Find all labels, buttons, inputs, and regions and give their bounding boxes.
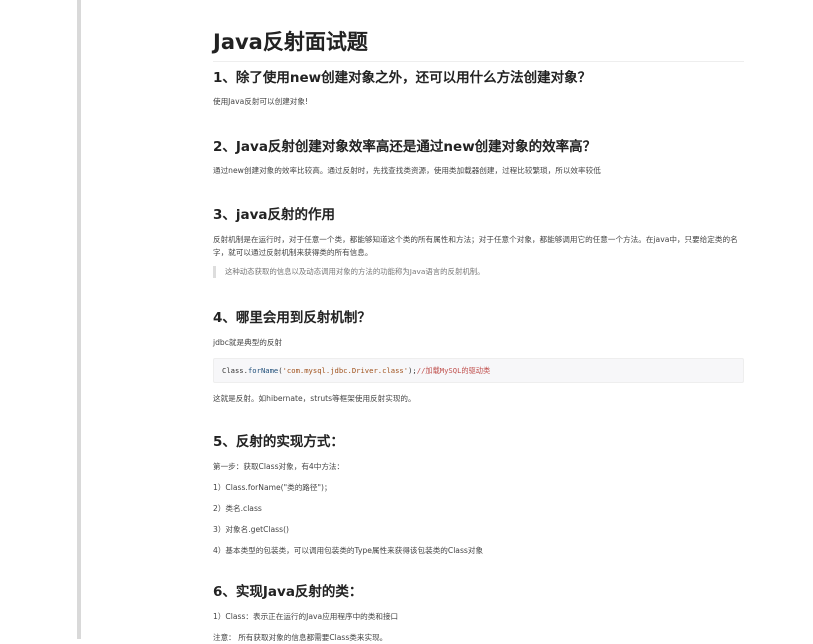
- code-function: forName: [247, 366, 279, 375]
- section-heading: 1、除了使用new创建对象之外，还可以用什么方法创建对象？: [213, 70, 592, 86]
- list-item: 1）Class：表示正在运行的Java应用程序中的类和接口: [213, 612, 399, 621]
- section-heading: 3、java反射的作用: [213, 207, 336, 223]
- paragraph: jdbc就是典型的反射: [213, 338, 283, 347]
- section-heading: 2、Java反射创建对象效率高还是通过new创建对象的效率高？: [213, 139, 597, 155]
- code-text: Class.: [222, 366, 248, 375]
- list-item: 1）Class.forName("类的路径")；: [213, 483, 332, 492]
- list-item: 2）类名.class: [213, 504, 262, 513]
- section-6: 6、实现Java反射的类： 1）Class：表示正在运行的Java应用程序中的类…: [213, 582, 744, 644]
- code-comment: //加载MySQL的驱动类: [416, 366, 491, 375]
- code-block: Class.forName('com.mysql.jdbc.Driver.cla…: [213, 358, 744, 383]
- page-title: Java反射面试题: [213, 28, 744, 62]
- section-5: 5、反射的实现方式： 第一步：获取Class对象，有4中方法： 1）Class.…: [213, 432, 744, 557]
- paragraph: 通过new创建对象的效率比较高。通过反射时，先找查找类资源，使用类加载器创建，过…: [213, 166, 601, 175]
- list-item: 4）基本类型的包装类，可以调用包装类的Type属性来获得该包装类的Class对象: [213, 546, 484, 555]
- list-item: 注意： 所有获取对象的信息都需要Class类来实现。: [213, 633, 388, 642]
- section-heading: 5、反射的实现方式：: [213, 434, 344, 450]
- section-3: 3、java反射的作用 反射机制是在运行时，对于任意一个类，都能够知道这个类的所…: [213, 205, 744, 278]
- blockquote: 这种动态获取的信息以及动态调用对象的方法的功能称为Java语言的反射机制。: [213, 266, 744, 278]
- list-item: 第一步：获取Class对象，有4中方法：: [213, 462, 345, 471]
- code-string: 'com.mysql.jdbc.Driver.class': [282, 366, 409, 375]
- section-2: 2、Java反射创建对象效率高还是通过new创建对象的效率高？ 通过new创建对…: [213, 137, 744, 177]
- list-item: 3）对象名.getClass(): [213, 525, 289, 534]
- left-gutter: [0, 0, 77, 639]
- article: Java反射面试题 1、除了使用new创建对象之外，还可以用什么方法创建对象？ …: [213, 28, 744, 642]
- paragraph: 这就是反射。如hibernate，struts等框架使用反射实现的。: [213, 394, 416, 403]
- section-heading: 6、实现Java反射的类：: [213, 584, 363, 600]
- section-1: 1、除了使用new创建对象之外，还可以用什么方法创建对象？ 使用Java反射可以…: [213, 68, 744, 108]
- code-text: );: [408, 366, 417, 375]
- section-heading: 4、哪里会用到反射机制？: [213, 310, 371, 326]
- paragraph: 使用Java反射可以创建对象!: [213, 97, 309, 106]
- section-4: 4、哪里会用到反射机制？ jdbc就是典型的反射 Class.forName('…: [213, 308, 744, 405]
- left-border: [77, 0, 81, 639]
- paragraph: 反射机制是在运行时，对于任意一个类，都能够知道这个类的所有属性和方法；对于任意个…: [213, 235, 738, 257]
